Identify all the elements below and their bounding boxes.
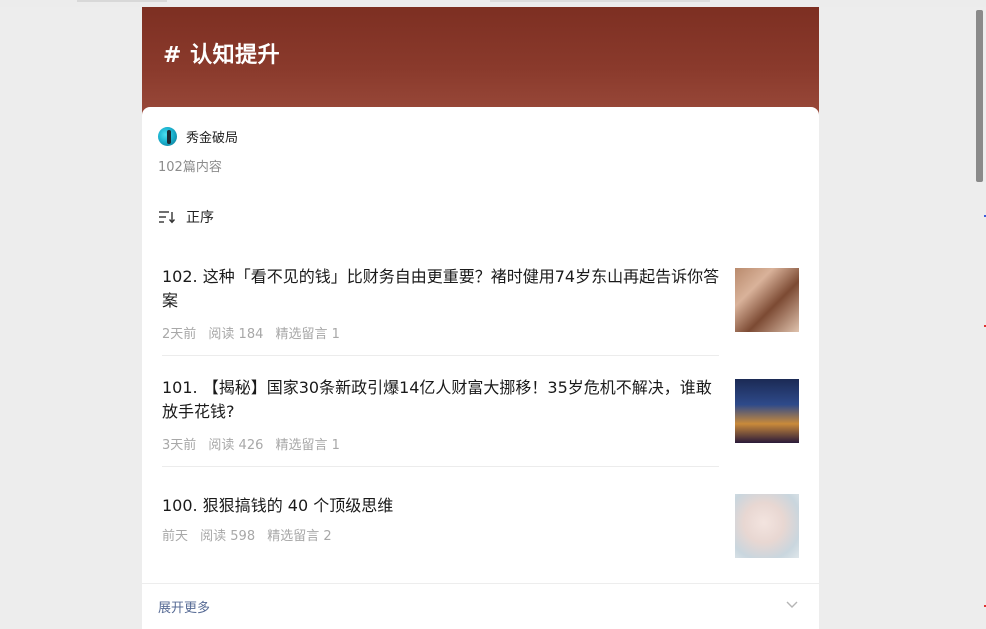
content-count: 102篇内容 xyxy=(158,160,222,175)
article-meta: 3天前 阅读 426 精选留言 1 xyxy=(162,434,348,453)
article-title[interactable]: 100. 狠狠搞钱的 40 个顶级思维 xyxy=(162,494,722,518)
sort-icon xyxy=(159,211,175,224)
author-name[interactable]: 秀金破局 xyxy=(186,127,238,146)
divider xyxy=(162,355,719,356)
article-thumbnail[interactable] xyxy=(735,494,799,558)
author-row[interactable]: 秀金破局 xyxy=(158,126,238,146)
article-comments: 精选留言 2 xyxy=(267,529,332,544)
expand-more-button[interactable]: 展开更多 xyxy=(142,583,819,629)
article-title[interactable]: 102. 这种「看不见的钱」比财务自由更重要？褚时健用74岁东山再起告诉你答案 xyxy=(162,265,722,313)
article-item[interactable]: 102. 这种「看不见的钱」比财务自由更重要？褚时健用74岁东山再起告诉你答案 … xyxy=(162,265,799,342)
content-panel: 秀金破局 102篇内容 正序 102. 这种「看不见的钱」比财务自由更重要？褚时… xyxy=(142,107,819,629)
article-comments: 精选留言 1 xyxy=(275,438,340,453)
article-title[interactable]: 101. 【揭秘】国家30条新政引爆14亿人财富大挪移！35岁危机不解决，谁敢放… xyxy=(162,376,722,424)
sort-label: 正序 xyxy=(186,210,214,226)
article-time: 3天前 xyxy=(162,438,197,453)
article-thumbnail[interactable] xyxy=(735,268,799,332)
chevron-down-icon[interactable] xyxy=(785,600,799,610)
scrollbar-thumb[interactable] xyxy=(976,10,983,182)
article-time: 前天 xyxy=(162,529,189,544)
article-thumbnail[interactable] xyxy=(735,379,799,443)
topic-card: # 认知提升 秀金破局 102篇内容 正序 102. 这种「看不见的钱」比财务自… xyxy=(142,7,819,629)
article-reads: 阅读 426 xyxy=(208,438,264,453)
article-item[interactable]: 100. 狠狠搞钱的 40 个顶级思维 前天 阅读 598 精选留言 2 xyxy=(162,494,799,558)
topic-header: # 认知提升 xyxy=(142,7,819,119)
article-time: 2天前 xyxy=(162,327,197,342)
topic-title: # 认知提升 xyxy=(163,43,281,68)
article-reads: 阅读 598 xyxy=(200,529,256,544)
article-meta: 2天前 阅读 184 精选留言 1 xyxy=(162,323,348,342)
top-bar-segment xyxy=(490,0,710,2)
article-meta: 前天 阅读 598 精选留言 2 xyxy=(162,525,340,544)
article-comments: 精选留言 1 xyxy=(275,327,340,342)
browser-top-strip xyxy=(0,0,986,7)
divider xyxy=(162,466,719,467)
avatar-icon[interactable] xyxy=(158,126,177,146)
top-bar-segment xyxy=(77,0,167,2)
article-reads: 阅读 184 xyxy=(208,327,264,342)
sort-toggle[interactable]: 正序 xyxy=(159,207,214,227)
expand-more-label[interactable]: 展开更多 xyxy=(158,597,210,616)
article-item[interactable]: 101. 【揭秘】国家30条新政引爆14亿人财富大挪移！35岁危机不解决，谁敢放… xyxy=(162,376,799,453)
